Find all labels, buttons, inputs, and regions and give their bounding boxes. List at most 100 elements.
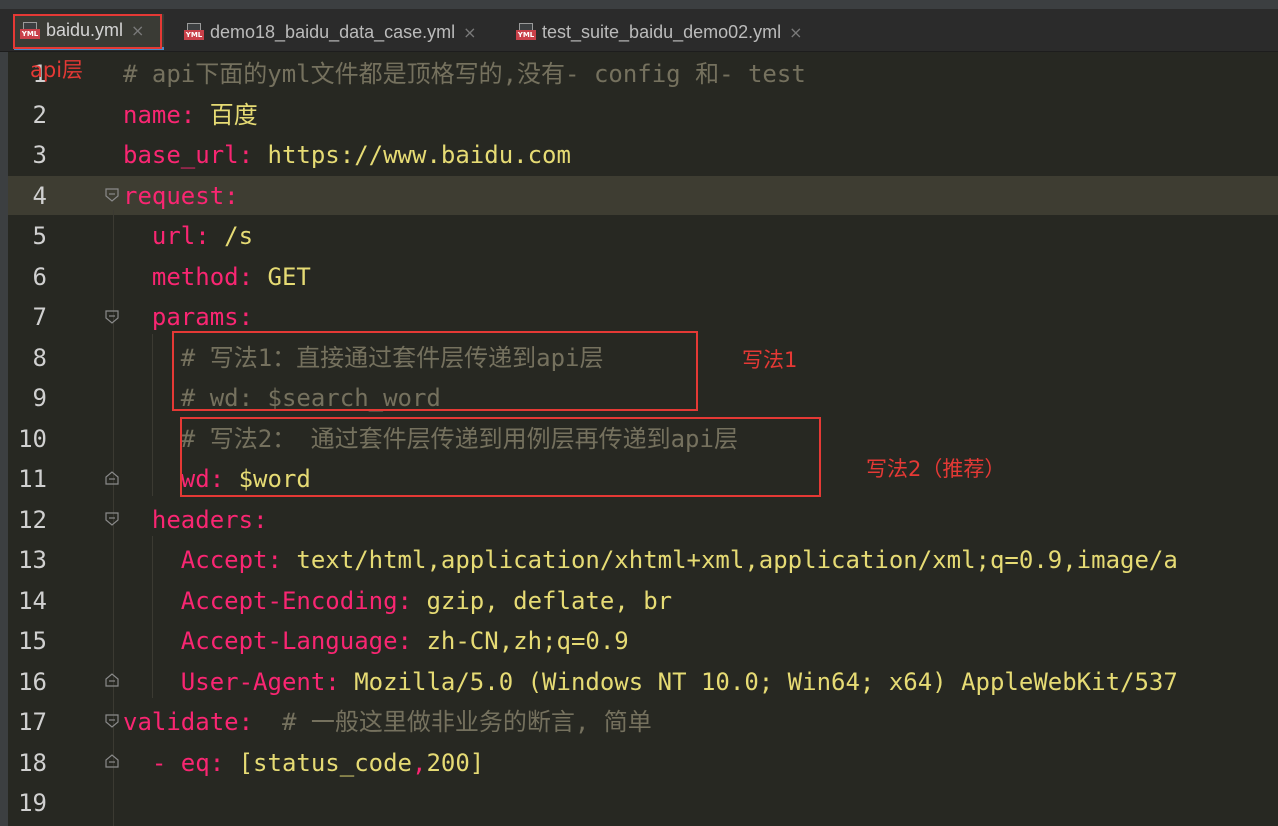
tab-demo18-baidu-data-case[interactable]: YML demo18_baidu_data_case.yml × [184, 14, 477, 50]
line-number: 8 [32, 343, 47, 372]
token-val: 200] [426, 748, 485, 777]
token-punct: : [238, 303, 254, 331]
code-line[interactable]: 16 User-Agent: Mozilla/5.0 (Windows NT 1… [0, 662, 1278, 702]
token-punct: : [397, 586, 427, 615]
method2-annotation: 写法2（推荐） [866, 457, 1006, 481]
token-key: validate [123, 708, 239, 736]
code-text: name: 百度 [123, 95, 258, 135]
line-number: 13 [18, 546, 47, 574]
fold-open-icon[interactable] [104, 309, 120, 325]
token-punct: : [238, 708, 282, 736]
token-val: 百度 [209, 100, 258, 129]
token-val: zh-CN,zh;q=0.9 [426, 627, 629, 655]
yml-file-icon: YML [516, 23, 536, 41]
token-key: Accept [180, 546, 268, 574]
code-line[interactable]: 17 validate: # 一般这里做非业务的断言, 简单 [0, 702, 1278, 742]
line-number: 17 [18, 708, 47, 736]
line-number: 2 [32, 100, 47, 129]
token-val: text/html,application/xhtml+xml,applicat… [296, 546, 1178, 574]
token-val: GET [267, 262, 311, 291]
code-text: base_url: https://www.baidu.com [123, 135, 571, 175]
token-punct: : [180, 100, 210, 129]
line-number: 9 [32, 384, 47, 412]
code-line[interactable]: 2 name: 百度 [0, 95, 1278, 135]
code-line[interactable]: 15 Accept-Language: zh-CN,zh;q=0.9 [0, 621, 1278, 661]
code-text: validate: # 一般这里做非业务的断言, 简单 [123, 702, 652, 742]
token-key: Accept-Language [180, 627, 398, 655]
line-number: 11 [18, 465, 47, 493]
ide-window: YML baidu.yml × YML demo18_baidu_data_ca… [0, 0, 1278, 826]
code-text: Accept-Language: zh-CN,zh;q=0.9 [123, 621, 629, 661]
code-line[interactable]: 6 method: GET [0, 257, 1278, 297]
fold-open-icon[interactable] [104, 187, 120, 203]
code-line[interactable]: 19 [0, 783, 1278, 823]
toolbar-strip [0, 0, 1278, 9]
token-val: Mozilla/5.0 (Windows NT 10.0; Win64; x64… [354, 667, 1178, 696]
close-tab-icon[interactable]: × [789, 23, 802, 42]
token-punct: : [209, 748, 239, 777]
token-val: https://www.baidu.com [267, 141, 571, 169]
token-cmt: # api下面的yml文件都是顶格写的,没有- config 和- test [123, 60, 806, 88]
token-key: - eq [151, 748, 210, 777]
token-key: User-Agent [180, 667, 326, 696]
line-number: 3 [32, 141, 47, 169]
code-line[interactable]: 5 url: /s [0, 216, 1278, 256]
method2-highlight-box [180, 417, 821, 497]
token-val: /s [224, 222, 254, 250]
token-punct: : [238, 262, 268, 291]
line-number: 6 [32, 262, 47, 291]
token-key: name [123, 100, 181, 129]
active-tab-highlight-box [13, 14, 162, 49]
yml-file-icon: YML [184, 23, 204, 41]
code-line[interactable]: 3 base_url: https://www.baidu.com [0, 135, 1278, 175]
code-line[interactable]: 18 - eq: [status_code,200] [0, 743, 1278, 783]
code-text: # api下面的yml文件都是顶格写的,没有- config 和- test [123, 54, 806, 94]
fold-open-icon[interactable] [104, 511, 120, 527]
line-number: 18 [18, 748, 47, 777]
code-line[interactable]: 1 # api下面的yml文件都是顶格写的,没有- config 和- test [0, 54, 1278, 94]
editor-tab-bar: YML baidu.yml × YML demo18_baidu_data_ca… [0, 0, 1278, 52]
code-line[interactable]: 14 Accept-Encoding: gzip, deflate, br [0, 581, 1278, 621]
token-punct: : [238, 141, 268, 169]
line-number: 19 [18, 789, 47, 817]
tab-label: test_suite_baidu_demo02.yml [542, 21, 782, 42]
code-text: - eq: [status_code,200] [123, 743, 484, 783]
code-line[interactable]: 12 headers: [0, 500, 1278, 540]
token-key: request [123, 181, 225, 210]
code-line[interactable]: 4 request: [0, 176, 1278, 216]
code-text: Accept-Encoding: gzip, deflate, br [123, 581, 672, 621]
fold-end-icon[interactable] [104, 672, 120, 688]
token-key: headers [151, 505, 254, 534]
line-number: 10 [18, 424, 47, 453]
fold-open-icon[interactable] [104, 713, 120, 729]
code-line[interactable]: 13 Accept: text/html,application/xhtml+x… [0, 540, 1278, 580]
token-punct: : [224, 181, 239, 210]
line-number: 15 [18, 627, 47, 655]
code-text: User-Agent: Mozilla/5.0 (Windows NT 10.0… [123, 662, 1178, 702]
token-val: gzip, deflate, br [426, 586, 673, 615]
token-punct: : [195, 222, 225, 250]
token-punct: : [267, 546, 297, 574]
token-cmt: # 一般这里做非业务的断言, 简单 [281, 708, 652, 736]
fold-end-icon[interactable] [104, 470, 120, 486]
token-key: url [151, 222, 196, 250]
close-tab-icon[interactable]: × [463, 23, 476, 42]
token-key: params [151, 303, 239, 331]
token-val: [status_code [238, 748, 412, 777]
token-key: Accept-Encoding [180, 586, 398, 615]
fold-end-icon[interactable] [104, 753, 120, 769]
method1-annotation: 写法1 [742, 348, 798, 372]
token-punct: : [253, 505, 268, 534]
token-punct: : [325, 667, 355, 696]
line-number: 7 [32, 303, 47, 331]
code-text: headers: [123, 500, 268, 540]
token-punct: : [397, 627, 427, 655]
tab-test-suite-baidu-demo02[interactable]: YML test_suite_baidu_demo02.yml × [516, 14, 803, 50]
